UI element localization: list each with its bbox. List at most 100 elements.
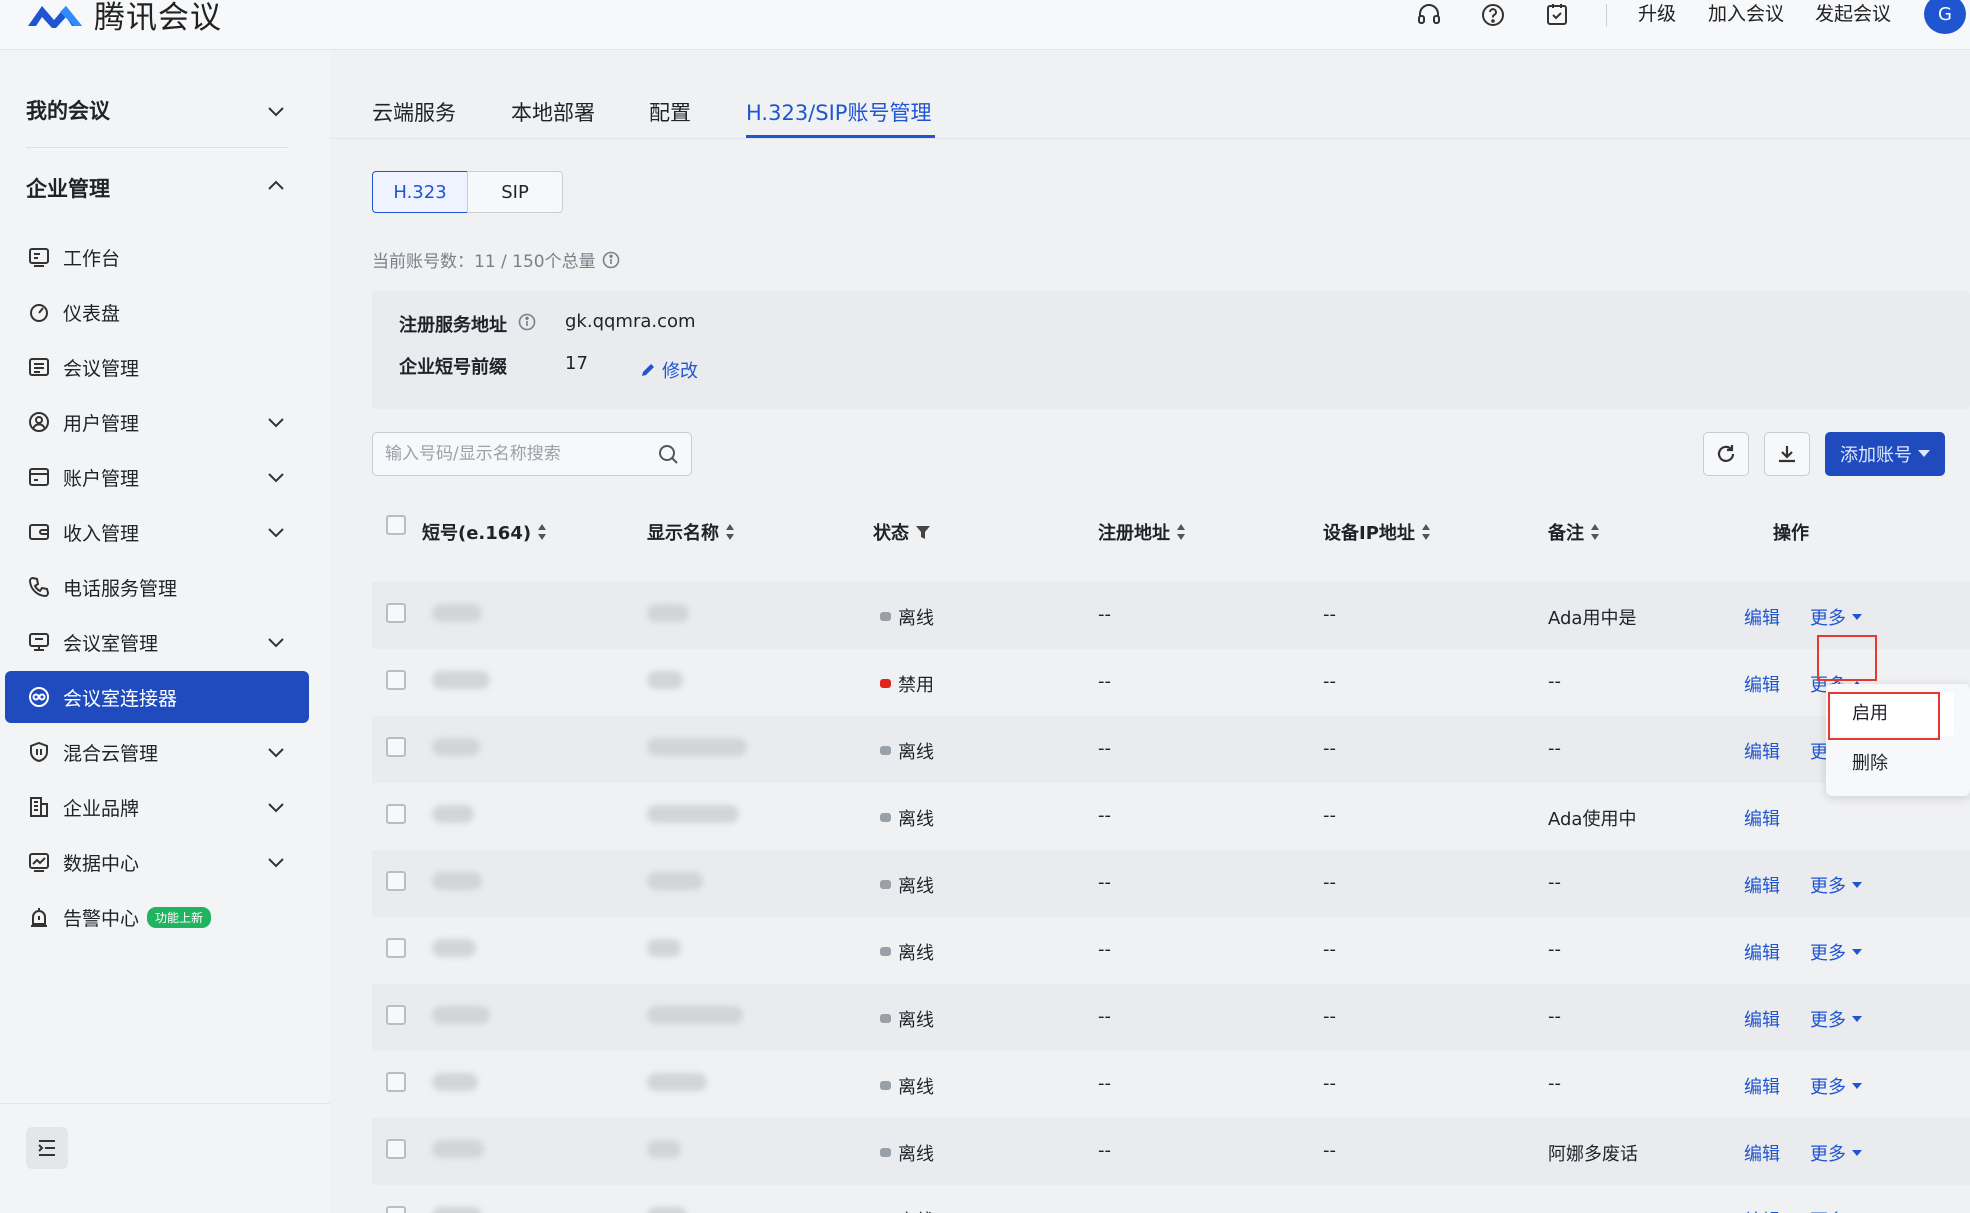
- edit-link[interactable]: 编辑: [1744, 1073, 1780, 1099]
- chevron-down-icon[interactable]: [264, 99, 288, 123]
- column-display-name[interactable]: 显示名称: [647, 519, 735, 545]
- more-link[interactable]: 更多: [1810, 1140, 1862, 1166]
- add-account-button[interactable]: 添加账号: [1825, 432, 1945, 476]
- calendar-check-icon[interactable]: [1542, 0, 1572, 30]
- edit-link[interactable]: 编辑: [1744, 939, 1780, 965]
- sidebar-divider: [26, 147, 288, 148]
- chevron-down-icon: [268, 473, 284, 483]
- column-status[interactable]: 状态: [873, 519, 931, 545]
- sidebar-group-enterprise[interactable]: 企业管理: [26, 173, 110, 203]
- tab-config[interactable]: 配置: [649, 97, 691, 127]
- more-link[interactable]: 更多: [1810, 872, 1862, 898]
- sidebar-item-user-management[interactable]: 用户管理: [5, 396, 309, 448]
- sidebar-item-label: 工作台: [63, 247, 121, 270]
- app-logo[interactable]: 腾讯会议: [26, 0, 222, 37]
- download-button[interactable]: [1764, 432, 1810, 476]
- sidebar-item-meeting-management[interactable]: 会议管理: [5, 341, 309, 393]
- note: --: [1548, 939, 1561, 960]
- select-all-checkbox[interactable]: [386, 515, 406, 535]
- edit-link[interactable]: 编辑: [1744, 805, 1780, 831]
- delete-menu-item[interactable]: 删除: [1826, 742, 1970, 786]
- sidebar-item-hybrid-cloud[interactable]: 混合云管理: [5, 726, 309, 778]
- row-checkbox[interactable]: [386, 871, 406, 891]
- search-icon[interactable]: [657, 443, 679, 465]
- edit-link[interactable]: 编辑: [1744, 604, 1780, 630]
- more-link[interactable]: 更多: [1810, 939, 1862, 965]
- edit-prefix-link[interactable]: 修改: [640, 357, 698, 383]
- sidebar-item-enterprise-brand[interactable]: 企业品牌: [5, 781, 309, 833]
- sidebar-item-alarm-center[interactable]: 告警中心 功能上新: [5, 891, 309, 943]
- headset-icon[interactable]: [1414, 0, 1444, 30]
- edit-link[interactable]: 编辑: [1744, 1140, 1780, 1166]
- wallet-icon: [27, 520, 51, 544]
- row-checkbox[interactable]: [386, 670, 406, 690]
- more-label: 更多: [1810, 943, 1846, 964]
- row-checkbox[interactable]: [386, 938, 406, 958]
- sidebar-item-phone-service[interactable]: 电话服务管理: [5, 561, 309, 613]
- more-link[interactable]: 更多: [1810, 1073, 1862, 1099]
- edit-link[interactable]: 编辑: [1744, 671, 1780, 697]
- sidebar-item-account-management[interactable]: 账户管理: [5, 451, 309, 503]
- more-link[interactable]: 更多: [1810, 1006, 1862, 1032]
- help-icon[interactable]: [1478, 0, 1508, 30]
- status-dot: [880, 1014, 891, 1023]
- edit-link[interactable]: 编辑: [1744, 738, 1780, 764]
- chevron-up-icon[interactable]: [264, 174, 288, 198]
- blurred-short-number: [432, 872, 482, 890]
- device-ip: --: [1323, 604, 1336, 625]
- row-checkbox[interactable]: [386, 1139, 406, 1159]
- search-input[interactable]: [385, 441, 645, 467]
- sidebar-item-workbench[interactable]: 工作台: [5, 231, 309, 283]
- chevron-down-icon: [268, 528, 284, 538]
- tab-h323-sip-accounts[interactable]: H.323/SIP账号管理: [746, 97, 931, 127]
- row-checkbox[interactable]: [386, 737, 406, 757]
- sidebar-item-data-center[interactable]: 数据中心: [5, 836, 309, 888]
- sidebar-bottom-divider: [0, 1103, 330, 1104]
- more-link[interactable]: 更多: [1810, 1207, 1862, 1213]
- shield-icon: [27, 740, 51, 764]
- status-dot: [880, 813, 891, 822]
- sidebar-item-label: 数据中心: [63, 852, 140, 875]
- column-short-number[interactable]: 短号(e.164): [422, 519, 547, 545]
- column-label: 显示名称: [647, 523, 719, 544]
- status-dot: [880, 612, 891, 621]
- join-meeting-link[interactable]: 加入会议: [1708, 0, 1784, 28]
- upgrade-link[interactable]: 升级: [1638, 0, 1676, 28]
- status-dot: [880, 1081, 891, 1090]
- column-registration-address[interactable]: 注册地址: [1098, 519, 1186, 545]
- sidebar-group-my-meetings[interactable]: 我的会议: [26, 95, 110, 125]
- collapse-sidebar-button[interactable]: [26, 1127, 68, 1169]
- info-icon[interactable]: [518, 313, 536, 331]
- start-meeting-link[interactable]: 发起会议: [1815, 0, 1891, 28]
- sort-icon: [1591, 524, 1599, 540]
- header-separator: [1606, 4, 1607, 26]
- avatar[interactable]: G: [1924, 0, 1966, 34]
- chart-icon: [27, 850, 51, 874]
- segment-sip[interactable]: SIP: [467, 171, 563, 213]
- sidebar-item-meeting-room-management[interactable]: 会议室管理: [5, 616, 309, 668]
- row-checkbox[interactable]: [386, 603, 406, 623]
- server-address-label: 注册服务地址: [399, 315, 507, 336]
- more-link[interactable]: 更多: [1810, 604, 1862, 630]
- tab-cloud-service[interactable]: 云端服务: [372, 97, 456, 127]
- sidebar-item-dashboard[interactable]: 仪表盘: [5, 286, 309, 338]
- column-device-ip[interactable]: 设备IP地址: [1323, 519, 1431, 545]
- sidebar-item-income-management[interactable]: 收入管理: [5, 506, 309, 558]
- sort-icon: [1421, 524, 1430, 540]
- row-checkbox[interactable]: [386, 1206, 406, 1213]
- row-checkbox[interactable]: [386, 1072, 406, 1092]
- refresh-button[interactable]: [1703, 432, 1749, 476]
- account-count: 当前账号数：11 / 150个总量: [372, 247, 620, 272]
- edit-link[interactable]: 编辑: [1744, 1207, 1780, 1213]
- sidebar-item-room-connector[interactable]: 会议室连接器: [5, 671, 309, 723]
- edit-link[interactable]: 编辑: [1744, 872, 1780, 898]
- segment-h323[interactable]: H.323: [372, 171, 468, 213]
- tab-local-deployment[interactable]: 本地部署: [511, 97, 595, 127]
- row-checkbox[interactable]: [386, 1005, 406, 1025]
- row-checkbox[interactable]: [386, 804, 406, 824]
- table-row: 离线 -- -- -- 编辑 更多: [372, 850, 1970, 917]
- column-note[interactable]: 备注: [1548, 519, 1600, 545]
- blurred-short-number: [432, 671, 490, 689]
- info-icon[interactable]: [602, 251, 620, 269]
- edit-link[interactable]: 编辑: [1744, 1006, 1780, 1032]
